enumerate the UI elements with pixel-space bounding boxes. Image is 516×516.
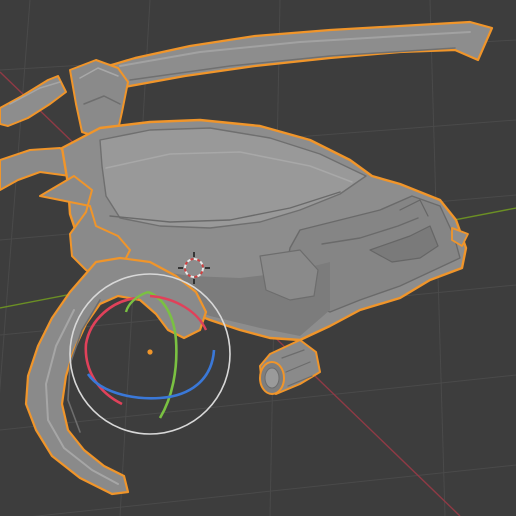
gizmo-z-ring[interactable] xyxy=(86,349,216,400)
3d-viewport[interactable] xyxy=(0,0,516,516)
origin-dot-icon xyxy=(147,349,153,355)
mesh-hook-leg xyxy=(24,256,208,496)
mesh-thruster xyxy=(259,339,321,395)
selected-mesh-object[interactable] xyxy=(0,20,494,496)
viewport-canvas[interactable] xyxy=(0,0,516,516)
